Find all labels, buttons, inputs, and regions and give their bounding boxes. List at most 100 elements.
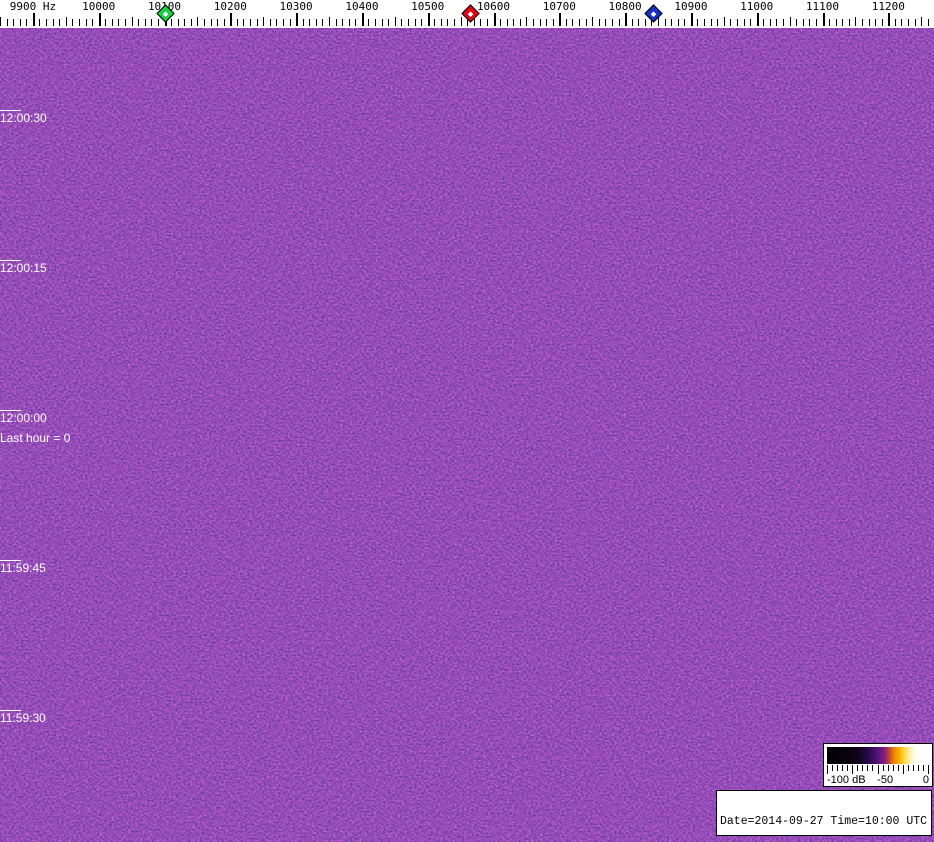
ruler-tick <box>296 13 299 26</box>
colorbar-label-mid: -50 <box>877 774 894 786</box>
ruler-tick <box>585 19 587 26</box>
ruler-label: 10300 <box>279 0 313 13</box>
ruler-tick <box>526 17 528 26</box>
time-label: 11:59:30 <box>0 711 46 725</box>
ruler-tick <box>776 19 778 26</box>
ruler-label: 10500 <box>411 0 445 13</box>
ruler-tick <box>717 19 719 26</box>
colorbar-tick <box>842 765 844 771</box>
ruler-tick <box>250 19 252 26</box>
ruler-tick <box>519 19 521 26</box>
ruler-label: 10600 <box>476 0 511 13</box>
ruler-tick <box>664 19 666 26</box>
ruler-label: 10400 <box>345 0 379 13</box>
ruler-tick <box>513 19 515 26</box>
ruler-tick <box>421 19 423 26</box>
ruler-tick <box>723 17 725 26</box>
colorbar-label-min: -100 dB <box>827 774 866 786</box>
waterfall-noise-field <box>0 28 934 842</box>
ruler-tick <box>32 13 35 26</box>
ruler-tick <box>223 19 225 26</box>
ruler-tick <box>190 19 192 26</box>
colorbar-labels: -100 dB -50 0 <box>827 773 929 786</box>
colorbar-label-max: 0 <box>922 774 929 786</box>
ruler-tick <box>289 19 291 26</box>
ruler-tick <box>355 19 357 26</box>
ruler-label: 10800 <box>608 0 642 13</box>
ruler-tick <box>842 19 844 26</box>
time-label: 12:00:15 <box>0 261 47 275</box>
ruler-tick <box>447 19 449 26</box>
ruler-tick <box>822 13 825 26</box>
ruler-tick <box>493 13 496 26</box>
ruler-tick <box>98 13 101 26</box>
ruler-tick <box>269 19 271 26</box>
ruler-label: 11000 <box>740 0 774 13</box>
ruler-tick <box>236 19 238 26</box>
ruler-tick <box>85 19 87 26</box>
ruler-tick <box>157 19 159 26</box>
ruler-tick <box>230 13 233 26</box>
ruler-tick <box>579 19 581 26</box>
ruler-tick <box>901 19 903 26</box>
ruler-tick <box>763 19 765 26</box>
ruler-tick <box>407 19 409 26</box>
ruler-tick <box>46 19 48 26</box>
ruler-tick <box>809 19 811 26</box>
colorbar-tick <box>882 765 884 771</box>
ruler-tick <box>52 19 54 26</box>
ruler-tick <box>118 19 120 26</box>
colorbar-tick <box>832 765 834 771</box>
ruler-tick <box>243 19 245 26</box>
ruler-tick <box>750 19 752 26</box>
ruler-tick <box>539 19 541 26</box>
ruler-tick <box>710 19 712 26</box>
ruler-tick <box>217 19 219 26</box>
ruler-tick <box>92 19 94 26</box>
ruler-tick <box>881 19 883 26</box>
ruler-tick <box>144 19 146 26</box>
ruler-tick <box>532 19 534 26</box>
ruler-tick <box>598 19 600 26</box>
ruler-tick <box>329 17 330 26</box>
ruler-tick <box>210 19 212 26</box>
ruler-tick <box>835 19 837 26</box>
ruler-tick <box>796 19 798 26</box>
ruler-tick <box>78 19 80 26</box>
ruler-tick <box>704 19 706 26</box>
info-line-date: Date=2014-09-27 Time=10:00 UTC <box>720 815 928 828</box>
ruler-tick <box>335 19 337 26</box>
ruler-tick <box>440 19 442 26</box>
ruler-tick <box>361 13 364 26</box>
ruler-tick <box>6 19 8 26</box>
ruler-tick <box>684 19 686 26</box>
ruler-tick <box>552 19 554 26</box>
colorbar-gradient <box>827 747 929 764</box>
ruler-tick <box>473 19 475 26</box>
time-label: 11:59:45 <box>0 561 46 575</box>
ruler-tick <box>500 19 502 26</box>
ruler-tick <box>13 19 15 26</box>
ruler-tick <box>171 19 173 26</box>
ruler-tick <box>638 19 640 26</box>
ruler-tick <box>125 19 127 26</box>
ruler-tick <box>506 19 508 26</box>
ruler-tick <box>736 19 738 26</box>
ruler-tick <box>151 19 153 26</box>
ruler-tick <box>486 19 488 26</box>
colorbar-tick <box>917 765 919 771</box>
colorbar-tick <box>892 765 894 771</box>
colorbar-tick <box>837 765 839 771</box>
ruler-tick <box>611 19 613 26</box>
ruler-tick <box>572 19 574 26</box>
ruler-tick <box>888 13 891 26</box>
ruler-tick <box>26 19 28 26</box>
ruler-tick <box>875 19 877 26</box>
meteor-waterfall-screen: 9900 Hz100001010010200103001040010500106… <box>0 0 934 842</box>
ruler-tick <box>263 17 265 26</box>
ruler-tick <box>401 19 403 26</box>
ruler-label: 11200 <box>871 0 905 13</box>
colorbar-tick <box>887 765 889 771</box>
colorbar-tick <box>907 765 909 771</box>
ruler-tick <box>743 19 745 26</box>
